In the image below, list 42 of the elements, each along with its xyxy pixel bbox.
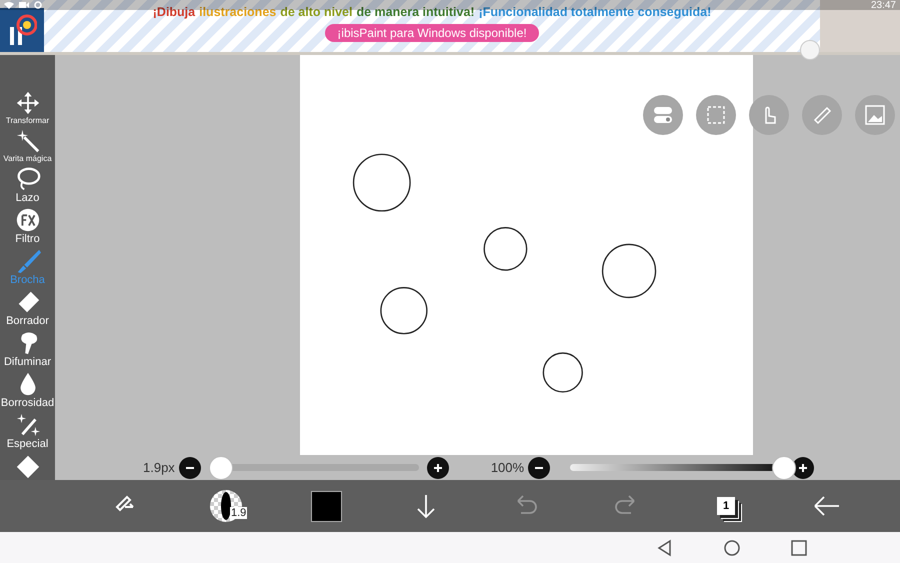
logo-icon [7, 13, 37, 47]
gear-icon [34, 1, 42, 9]
tool-button[interactable]: Lazo [0, 166, 55, 204]
tool-button[interactable]: Especial [0, 412, 55, 450]
tool-button[interactable]: Varita mágica [0, 128, 55, 163]
fx-filter-icon [14, 207, 40, 233]
slider-reading: 100% [490, 460, 524, 475]
canvas-tool-button[interactable] [802, 95, 842, 135]
banner-headline-text: ¡Funcionalidad totalmente conseguida! [478, 5, 712, 19]
banner-headline-text: ¡Dibuja [152, 5, 196, 19]
slider-thumb[interactable] [772, 456, 796, 480]
magic-wand-icon [14, 128, 40, 154]
canvas-tool-button[interactable] [855, 95, 895, 135]
minus-button[interactable] [178, 456, 201, 478]
banner-headline-text: de alto nivel [280, 5, 352, 19]
back-icon [656, 538, 674, 556]
plus-button[interactable] [426, 456, 449, 478]
brush-button[interactable]: 1.9 [176, 484, 276, 528]
move-icon [14, 90, 40, 116]
tool-button[interactable]: Transformar [0, 90, 55, 125]
wifi-icon [4, 1, 14, 9]
banner-headline-text: ilustraciones [199, 5, 276, 19]
tool-button[interactable]: Filtro [0, 207, 55, 245]
recents-icon [790, 538, 808, 556]
slider-reading: 1.9px [143, 460, 175, 475]
minus-button[interactable] [528, 456, 550, 478]
plus-icon [798, 462, 808, 472]
image-icon [863, 103, 887, 127]
status-time: 23:47 [870, 0, 896, 10]
home-icon [723, 538, 741, 556]
plus-icon [432, 462, 443, 472]
tool-button[interactable]: Difuminar [0, 330, 55, 368]
slider-thumb[interactable] [208, 456, 233, 480]
canvas-tool-button[interactable] [749, 95, 789, 135]
scroll-knob[interactable] [800, 40, 820, 60]
tool-button[interactable]: Borrosidad [0, 371, 55, 409]
layers-button[interactable]: 1 [676, 484, 776, 528]
banner-headline-text: de manera intuitiva! [356, 5, 475, 19]
lasso-icon [14, 166, 40, 192]
camera-icon [19, 1, 29, 9]
plus-button[interactable] [792, 456, 814, 478]
tool-button[interactable]: Borrador [0, 289, 55, 327]
